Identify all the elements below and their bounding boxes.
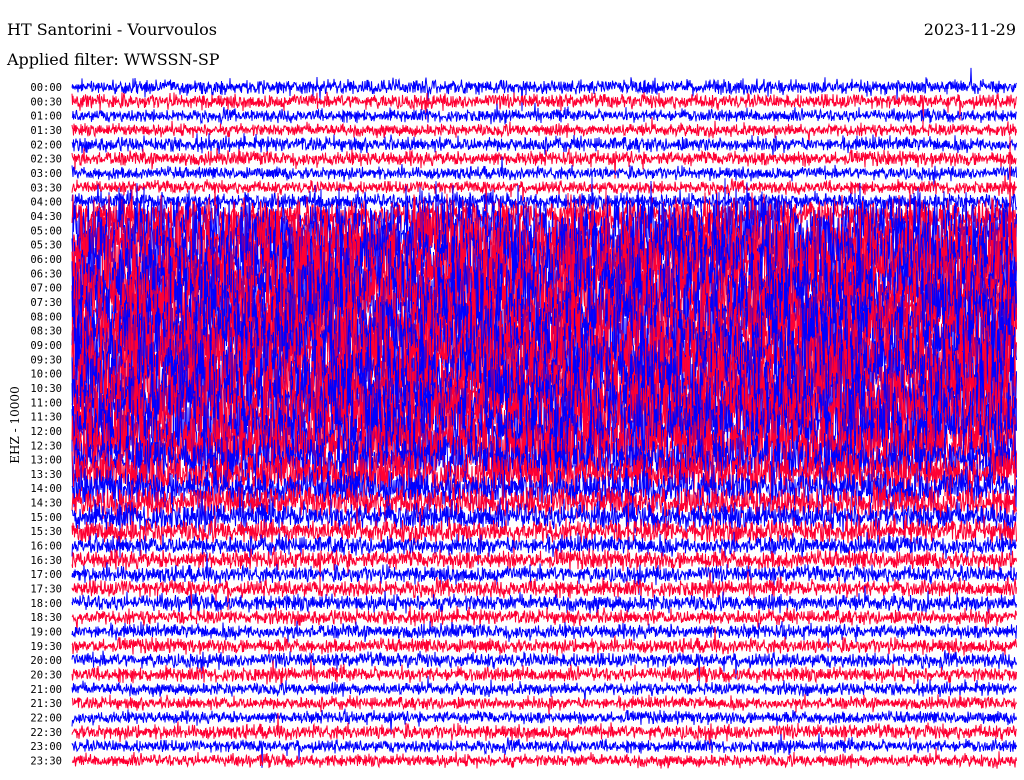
time-tick-label: 01:00 (30, 111, 62, 123)
time-tick-label: 09:30 (30, 354, 62, 366)
time-tick-label: 22:00 (30, 713, 62, 725)
seismic-trace (71, 102, 1017, 125)
time-tick-label: 00:00 (30, 82, 62, 94)
time-tick-label: 02:30 (30, 154, 62, 166)
time-tick-label: 20:30 (30, 670, 62, 682)
time-tick-label: 15:00 (30, 512, 62, 524)
time-tick-label: 13:30 (30, 469, 62, 481)
time-tick-label: 14:00 (30, 483, 62, 495)
time-tick-label: 21:30 (30, 698, 62, 710)
seismic-trace (71, 571, 1017, 618)
time-tick-label: 01:30 (30, 125, 62, 137)
time-tick-label: 18:30 (30, 612, 62, 624)
time-tick-label: 14:30 (30, 498, 62, 510)
time-tick-label: 05:30 (30, 240, 62, 252)
time-tick-label: 23:30 (30, 756, 62, 768)
seismic-trace (71, 91, 1017, 127)
time-tick-label: 20:00 (30, 655, 62, 667)
seismic-trace (71, 67, 1017, 112)
time-tick-label: 12:00 (30, 426, 62, 438)
time-tick-label: 12:30 (30, 440, 62, 452)
time-tick-label: 06:30 (30, 268, 62, 280)
time-tick-label: 22:30 (30, 727, 62, 739)
time-tick-label: 04:30 (30, 211, 62, 223)
seismic-trace (71, 650, 1017, 686)
time-tick-label: 10:30 (30, 383, 62, 395)
time-tick-label: 03:30 (30, 182, 62, 194)
time-tick-label: 08:00 (30, 311, 62, 323)
time-tick-label: 08:30 (30, 326, 62, 338)
time-tick-label: 23:00 (30, 741, 62, 753)
time-tick-label: 19:30 (30, 641, 62, 653)
time-tick-label: 10:00 (30, 369, 62, 381)
time-tick-label: 17:00 (30, 569, 62, 581)
time-tick-label: 05:00 (30, 225, 62, 237)
time-tick-label: 09:00 (30, 340, 62, 352)
time-tick-label: 00:30 (30, 96, 62, 108)
seismic-trace (71, 546, 1017, 586)
helicorder-plot: 00:00 00:30 01:00 01:30 02:00 02:30 03:00 03:30… (30, 67, 1017, 769)
time-tick-label: 16:00 (30, 541, 62, 553)
time-tick-label: 11:30 (30, 412, 62, 424)
time-tick-label: 07:00 (30, 283, 62, 295)
time-tick-label: 07:30 (30, 297, 62, 309)
time-tick-label: 19:00 (30, 627, 62, 639)
time-tick-label: 03:00 (30, 168, 62, 180)
time-tick-label: 11:00 (30, 397, 62, 409)
seismic-trace (71, 694, 1017, 717)
time-tick-label: 18:00 (30, 598, 62, 610)
time-tick-label: 04:00 (30, 197, 62, 209)
time-tick-label: 21:00 (30, 684, 62, 696)
time-tick-label: 13:00 (30, 455, 62, 467)
time-tick-label: 17:30 (30, 584, 62, 596)
time-tick-label: 06:00 (30, 254, 62, 266)
time-tick-label: 02:00 (30, 139, 62, 151)
time-tick-label: 16:30 (30, 555, 62, 567)
time-tick-label: 15:30 (30, 526, 62, 538)
